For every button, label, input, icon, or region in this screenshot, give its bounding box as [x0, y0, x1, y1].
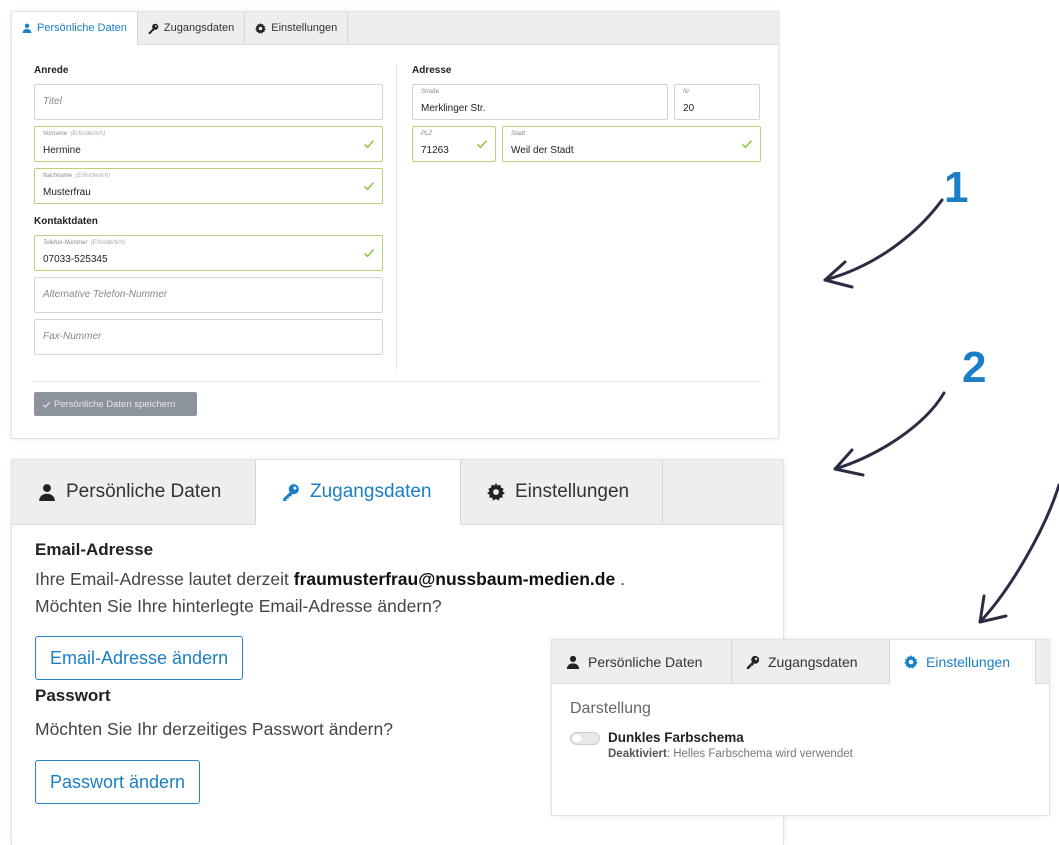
arrow-1 — [823, 198, 944, 289]
arrow-2 — [833, 391, 946, 477]
arrow-3 — [978, 483, 1059, 624]
arrows-layer — [823, 198, 1059, 624]
